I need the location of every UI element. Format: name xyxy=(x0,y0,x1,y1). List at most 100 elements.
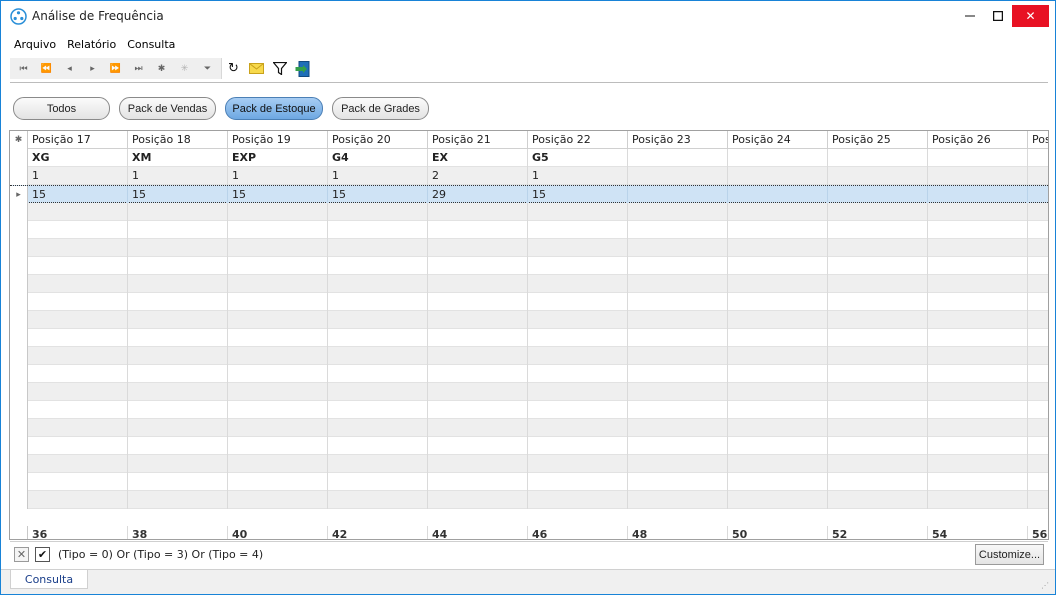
table-cell[interactable] xyxy=(828,167,928,185)
next-record-button[interactable]: ▸ xyxy=(81,59,104,79)
table-cell[interactable] xyxy=(828,329,928,347)
table-cell[interactable] xyxy=(728,365,828,383)
table-cell[interactable] xyxy=(428,401,528,419)
table-cell[interactable] xyxy=(1028,257,1048,275)
table-cell[interactable]: 1 xyxy=(228,167,328,185)
table-cell[interactable] xyxy=(228,491,328,509)
column-header[interactable]: Posição 17 xyxy=(28,131,128,149)
empty-row[interactable] xyxy=(10,239,1048,257)
table-cell[interactable] xyxy=(728,239,828,257)
menu-relatorio[interactable]: Relatório xyxy=(67,38,116,54)
empty-row[interactable] xyxy=(10,455,1048,473)
table-cell[interactable] xyxy=(128,455,228,473)
row-indicator[interactable] xyxy=(10,347,28,365)
row-indicator[interactable] xyxy=(10,221,28,239)
table-cell[interactable] xyxy=(928,311,1028,329)
table-cell[interactable] xyxy=(328,473,428,491)
table-cell[interactable] xyxy=(728,311,828,329)
row-indicator[interactable] xyxy=(10,239,28,257)
row-indicator[interactable] xyxy=(10,293,28,311)
table-cell[interactable]: 15 xyxy=(228,186,328,204)
table-cell[interactable] xyxy=(928,455,1028,473)
table-cell[interactable] xyxy=(828,239,928,257)
table-cell[interactable] xyxy=(628,473,728,491)
table-cell[interactable] xyxy=(528,383,628,401)
table-cell[interactable] xyxy=(928,275,1028,293)
table-cell[interactable] xyxy=(628,365,728,383)
table-cell[interactable] xyxy=(728,221,828,239)
table-cell[interactable] xyxy=(528,257,628,275)
table-cell[interactable] xyxy=(628,455,728,473)
table-cell[interactable] xyxy=(228,311,328,329)
table-cell[interactable] xyxy=(628,311,728,329)
table-cell[interactable] xyxy=(728,186,828,204)
table-cell[interactable] xyxy=(928,329,1028,347)
column-header[interactable]: Posição 19 xyxy=(228,131,328,149)
empty-row[interactable] xyxy=(10,293,1048,311)
table-cell[interactable] xyxy=(128,221,228,239)
table-cell[interactable] xyxy=(828,257,928,275)
table-cell[interactable] xyxy=(528,275,628,293)
table-cell[interactable] xyxy=(1028,221,1048,239)
empty-row[interactable] xyxy=(10,311,1048,329)
table-cell[interactable] xyxy=(528,473,628,491)
table-cell[interactable] xyxy=(28,437,128,455)
table-cell[interactable] xyxy=(528,221,628,239)
table-cell[interactable] xyxy=(328,401,428,419)
table-cell[interactable] xyxy=(28,419,128,437)
prev-page-button[interactable]: ⏪ xyxy=(35,59,58,79)
next-page-button[interactable]: ⏩ xyxy=(104,59,127,79)
table-cell[interactable] xyxy=(528,293,628,311)
table-cell[interactable] xyxy=(528,203,628,221)
table-cell[interactable] xyxy=(828,473,928,491)
table-cell[interactable]: XG xyxy=(28,149,128,167)
insert-record-button[interactable]: ✱ xyxy=(150,59,173,79)
table-cell[interactable] xyxy=(228,239,328,257)
table-cell[interactable] xyxy=(828,437,928,455)
table-cell[interactable] xyxy=(428,203,528,221)
last-record-button[interactable]: ⏭ xyxy=(127,59,150,79)
table-cell[interactable] xyxy=(128,293,228,311)
data-grid[interactable]: ✱ Posição 17 Posição 18 Posição 19 Posição 2… xyxy=(9,130,1049,540)
table-cell[interactable] xyxy=(1028,203,1048,221)
table-cell[interactable] xyxy=(1028,437,1048,455)
empty-row[interactable] xyxy=(10,347,1048,365)
table-cell[interactable] xyxy=(728,419,828,437)
footer-cell[interactable]: 48 xyxy=(628,526,728,539)
table-cell[interactable] xyxy=(928,437,1028,455)
table-cell[interactable] xyxy=(928,491,1028,509)
table-cell[interactable] xyxy=(528,437,628,455)
row-indicator[interactable] xyxy=(10,437,28,455)
table-cell[interactable] xyxy=(528,347,628,365)
table-cell[interactable] xyxy=(1028,419,1048,437)
empty-row[interactable] xyxy=(10,329,1048,347)
table-cell[interactable] xyxy=(728,347,828,365)
table-cell[interactable] xyxy=(528,311,628,329)
delete-record-button[interactable]: ✳ xyxy=(173,59,196,79)
new-row-icon[interactable]: ✱ xyxy=(10,131,28,149)
empty-row[interactable] xyxy=(10,221,1048,239)
column-header[interactable]: Posição 23 xyxy=(628,131,728,149)
table-cell[interactable] xyxy=(228,455,328,473)
footer-cell[interactable]: 36 xyxy=(28,526,128,539)
table-cell[interactable] xyxy=(428,365,528,383)
table-cell[interactable] xyxy=(828,293,928,311)
table-cell[interactable] xyxy=(928,167,1028,185)
table-cell[interactable] xyxy=(928,186,1028,204)
table-cell[interactable] xyxy=(928,347,1028,365)
table-cell[interactable] xyxy=(728,329,828,347)
table-cell[interactable] xyxy=(228,473,328,491)
table-cell[interactable] xyxy=(728,149,828,167)
table-cell[interactable] xyxy=(28,311,128,329)
table-cell[interactable] xyxy=(28,347,128,365)
table-cell[interactable] xyxy=(228,329,328,347)
table-cell[interactable] xyxy=(728,455,828,473)
table-cell[interactable] xyxy=(428,437,528,455)
table-cell[interactable]: 2 xyxy=(428,167,528,185)
table-cell[interactable]: 1 xyxy=(128,167,228,185)
exit-button[interactable] xyxy=(291,59,314,79)
column-header[interactable]: Posi xyxy=(1028,131,1048,149)
row-indicator[interactable] xyxy=(10,473,28,491)
resize-grip-icon[interactable]: ⋰ xyxy=(1041,581,1051,591)
table-cell[interactable] xyxy=(28,383,128,401)
